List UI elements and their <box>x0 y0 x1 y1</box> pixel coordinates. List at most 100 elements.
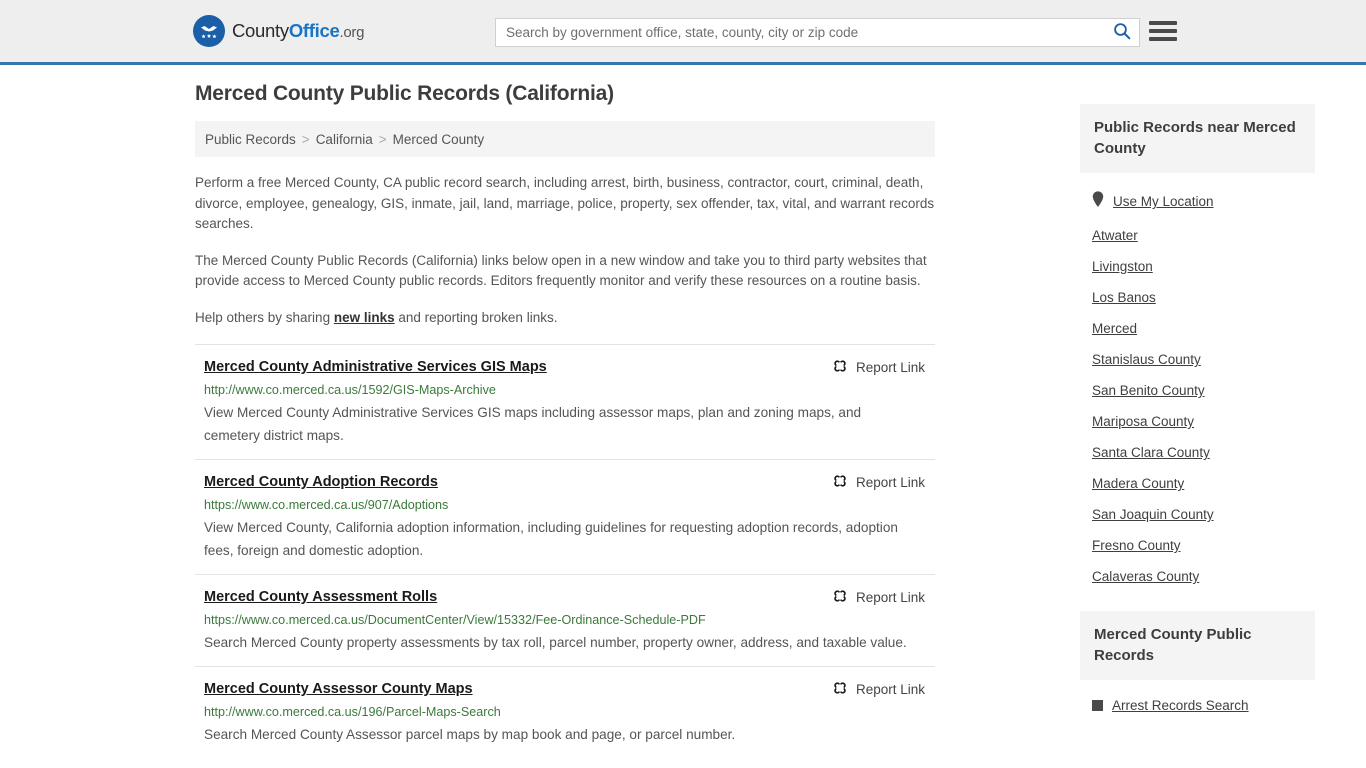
main-content: Merced County Public Records (California… <box>195 65 935 758</box>
sidebar-place-link[interactable]: Los Banos <box>1092 290 1156 305</box>
report-link-button[interactable]: Report Link <box>832 588 925 607</box>
sidebar-place-link[interactable]: Madera County <box>1092 476 1184 491</box>
record-header: Merced County Administrative Services GI… <box>204 358 935 377</box>
record-url: https://www.co.merced.ca.us/DocumentCent… <box>204 613 706 627</box>
page-title: Merced County Public Records (California… <box>195 82 614 105</box>
record-title-link[interactable]: Merced County Assessment Rolls <box>204 588 437 606</box>
report-link-label: Report Link <box>855 590 925 605</box>
sidebar-place-link[interactable]: San Joaquin County <box>1092 507 1214 522</box>
sidebar-place-link[interactable]: Stanislaus County <box>1092 352 1201 367</box>
help-suffix: and reporting broken links. <box>394 309 558 325</box>
sidebar-place-link[interactable]: Mariposa County <box>1092 414 1194 429</box>
sidebar-place-link[interactable]: Livingston <box>1092 259 1153 274</box>
record-header: Merced County Adoption Records Report Lin… <box>204 473 935 492</box>
breadcrumb-separator: > <box>301 131 310 147</box>
report-link-button[interactable]: Report Link <box>832 473 925 492</box>
logo-text-org: .org <box>339 24 365 41</box>
record-description: Search Merced County Assessor parcel map… <box>204 727 736 742</box>
sidebar-place-link[interactable]: Calaveras County <box>1092 569 1199 584</box>
hamburger-menu-icon-bar-2 <box>1149 29 1177 33</box>
report-link-label: Report Link <box>855 682 925 697</box>
logo-text: CountyOffice.org <box>232 20 364 42</box>
use-my-location-link[interactable]: Use My Location <box>1113 194 1214 209</box>
sidebar-place-item[interactable]: Stanislaus County <box>1080 344 1315 375</box>
sidebar-place-item[interactable]: Fresno County <box>1080 530 1315 561</box>
logo-text-office: Office <box>288 20 340 41</box>
sidebar-place-item[interactable]: Merced <box>1080 313 1315 344</box>
sidebar-place-item[interactable]: Los Banos <box>1080 282 1315 313</box>
record-title-link[interactable]: Merced County Adoption Records <box>204 473 438 491</box>
broken-chain-icon <box>832 473 848 492</box>
search-button[interactable] <box>1105 19 1139 46</box>
record-item: Merced County Adoption Records Report Lin… <box>195 459 935 574</box>
sidebar-place-item[interactable]: San Joaquin County <box>1080 499 1315 530</box>
site-header: CountyOffice.org <box>0 0 1366 65</box>
record-description: Search Merced County property assessment… <box>204 635 907 650</box>
hamburger-menu-button[interactable] <box>1149 19 1177 43</box>
sidebar-records-box: Merced County Public Records Arrest Reco… <box>1080 611 1315 721</box>
sidebar-record-link-item[interactable]: Arrest Records Search <box>1080 690 1315 721</box>
sidebar-place-item[interactable]: San Benito County <box>1080 375 1315 406</box>
help-prefix: Help others by sharing <box>195 309 334 325</box>
sidebar-record-link[interactable]: Arrest Records Search <box>1112 698 1249 713</box>
intro-paragraph-2: The Merced County Public Records (Califo… <box>195 252 927 289</box>
help-paragraph: Help others by sharing new links and rep… <box>195 308 935 329</box>
record-title-link[interactable]: Merced County Administrative Services GI… <box>204 358 547 376</box>
sidebar-records-title: Merced County Public Records <box>1080 611 1315 680</box>
broken-chain-icon <box>832 358 848 377</box>
sidebar-records-list: Arrest Records Search <box>1080 680 1315 721</box>
breadcrumb-item-california[interactable]: California <box>316 132 373 147</box>
logo-text-county: County <box>232 20 289 41</box>
sidebar-place-item[interactable]: Atwater <box>1080 220 1315 251</box>
report-link-button[interactable]: Report Link <box>832 358 925 377</box>
report-link-button[interactable]: Report Link <box>832 680 925 699</box>
sidebar-place-link[interactable]: San Benito County <box>1092 383 1205 398</box>
sidebar-nearby-list: Use My Location Atwater Livingston Los Ban… <box>1080 173 1315 592</box>
map-pin-icon <box>1092 191 1104 212</box>
sidebar-place-list: Atwater Livingston Los Banos Merced Stanisla… <box>1080 220 1315 592</box>
breadcrumb-item-public-records[interactable]: Public Records <box>205 132 296 147</box>
record-header: Merced County Assessment Rolls Report Lin… <box>204 588 935 607</box>
search-icon <box>1113 22 1131 43</box>
sidebar-nearby-title: Public Records near Merced County <box>1080 104 1315 173</box>
record-url: https://www.co.merced.ca.us/907/Adoption… <box>204 498 449 512</box>
sidebar-item-use-my-location[interactable]: Use My Location <box>1080 183 1315 220</box>
site-logo[interactable]: CountyOffice.org <box>193 15 364 47</box>
sidebar-place-item[interactable]: Livingston <box>1080 251 1315 282</box>
search-input[interactable] <box>496 25 1105 40</box>
broken-chain-icon <box>832 588 848 607</box>
sidebar-place-link[interactable]: Atwater <box>1092 228 1138 243</box>
square-bullet-icon <box>1092 700 1103 711</box>
sidebar-place-link[interactable]: Fresno County <box>1092 538 1181 553</box>
new-links-link[interactable]: new links <box>334 310 395 325</box>
sidebar-place-item[interactable]: Calaveras County <box>1080 561 1315 592</box>
hamburger-menu-icon-bar-1 <box>1149 21 1177 25</box>
record-header: Merced County Assessor County Maps Report… <box>204 680 935 699</box>
search-bar[interactable] <box>495 18 1140 47</box>
sidebar: Public Records near Merced County Use My… <box>1080 65 1315 758</box>
record-item: Merced County Assessment Rolls Report Lin… <box>195 574 935 666</box>
record-item: Merced County Administrative Services GI… <box>195 344 935 459</box>
report-link-label: Report Link <box>855 475 925 490</box>
record-title-link[interactable]: Merced County Assessor County Maps <box>204 680 473 698</box>
record-list: Merced County Administrative Services GI… <box>195 344 935 758</box>
eagle-shield-logo-icon <box>193 15 225 47</box>
breadcrumb: Public Records > California > Merced Cou… <box>195 121 935 157</box>
record-item: Merced County Assessor County Maps Report… <box>195 666 935 758</box>
page-body: Merced County Public Records (California… <box>0 65 1366 758</box>
breadcrumb-separator: > <box>378 131 387 147</box>
intro-paragraph-1: Perform a free Merced County, CA public … <box>195 175 935 231</box>
record-url: http://www.co.merced.ca.us/196/Parcel-Ma… <box>204 705 501 719</box>
broken-chain-icon <box>832 680 848 699</box>
sidebar-place-item[interactable]: Mariposa County <box>1080 406 1315 437</box>
report-link-label: Report Link <box>855 360 925 375</box>
sidebar-place-link[interactable]: Merced <box>1092 321 1137 336</box>
record-url: http://www.co.merced.ca.us/1592/GIS-Maps… <box>204 383 496 397</box>
sidebar-place-item[interactable]: Santa Clara County <box>1080 437 1315 468</box>
record-description: View Merced County Administrative Servic… <box>204 405 862 443</box>
sidebar-place-link[interactable]: Santa Clara County <box>1092 445 1210 460</box>
breadcrumb-item-merced-county[interactable]: Merced County <box>393 132 485 147</box>
sidebar-place-item[interactable]: Madera County <box>1080 468 1315 499</box>
record-description: View Merced County, California adoption … <box>204 520 898 558</box>
hamburger-menu-icon-bar-3 <box>1149 37 1177 41</box>
